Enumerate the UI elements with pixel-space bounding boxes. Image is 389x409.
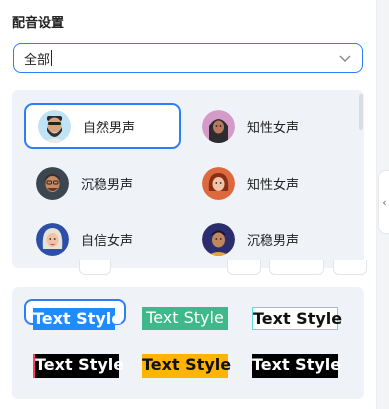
voice-label: 自信女声 xyxy=(81,233,134,249)
text-style-option[interactable]: Text Style xyxy=(252,354,341,378)
text-style-option[interactable]: Text Style xyxy=(142,354,231,378)
chevron-down-icon[interactable] xyxy=(338,51,352,65)
voice-item[interactable]: 知性女声 xyxy=(190,160,347,206)
text-style-option[interactable]: Text Style xyxy=(33,354,124,378)
panel-title: 配音设置 xyxy=(12,16,65,31)
hidden-button[interactable] xyxy=(227,260,261,275)
voice-item[interactable]: 沉稳男声 xyxy=(190,216,347,262)
text-style-option[interactable]: Text Style xyxy=(142,307,228,330)
voice-item[interactable]: 自然男声 xyxy=(24,103,181,149)
avatar-woman-blonde-icon xyxy=(36,222,69,256)
avatar-man-purple-icon xyxy=(202,222,235,256)
dubbing-settings-panel: 配音设置 全部 自然男声 知性女声 沉稳男声 知性女声 自信女声 沉稳男声 Te… xyxy=(0,0,376,409)
text-caret xyxy=(51,50,53,66)
voice-label: 知性女声 xyxy=(247,177,300,193)
select-value: 全部 xyxy=(24,52,51,68)
voice-label: 沉稳男声 xyxy=(81,177,134,193)
voice-label: 沉稳男声 xyxy=(247,233,300,249)
avatar-man-glasses-icon xyxy=(36,166,69,200)
voice-item[interactable]: 知性女声 xyxy=(190,103,347,149)
text-style-option[interactable]: Text Style xyxy=(252,307,342,330)
hidden-button[interactable] xyxy=(333,260,367,275)
voice-item[interactable]: 自信女声 xyxy=(24,216,181,262)
collapse-panel-button[interactable]: ‹ xyxy=(378,170,389,234)
hidden-button[interactable] xyxy=(269,260,324,275)
voice-list-scrollbar[interactable] xyxy=(359,94,363,130)
avatar-bearded-man-icon xyxy=(38,109,71,143)
chevron-left-icon: ‹ xyxy=(382,195,387,209)
voice-label: 知性女声 xyxy=(247,120,300,136)
avatar-woman-red-hair-icon xyxy=(202,166,235,200)
voice-filter-select[interactable]: 全部 xyxy=(13,43,363,73)
hidden-button[interactable] xyxy=(79,260,111,275)
voice-label: 自然男声 xyxy=(83,120,136,136)
voice-item[interactable]: 沉稳男声 xyxy=(24,160,181,206)
avatar-woman-hijab-icon xyxy=(202,109,235,143)
text-style-label: Text Style xyxy=(33,308,123,330)
